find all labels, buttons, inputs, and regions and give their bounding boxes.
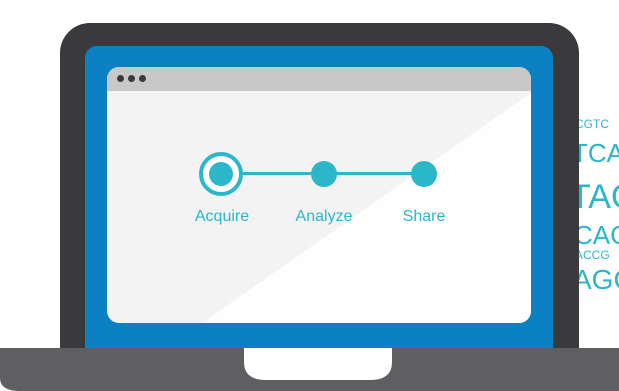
sequence-line: CAC: [574, 220, 619, 250]
trackpad-notch: [244, 348, 392, 380]
browser-window: [107, 67, 531, 323]
laptop-base: [0, 348, 619, 391]
step-connector: [324, 172, 424, 175]
step-label-share[interactable]: Share: [403, 208, 446, 226]
sequence-line: TCA: [572, 138, 619, 168]
window-dot: [128, 75, 135, 82]
window-dot: [139, 75, 146, 82]
screen-glare-shape: [202, 93, 531, 323]
window-dot: [117, 75, 124, 82]
sequence-line: CGTC: [575, 117, 609, 131]
step-label-analyze[interactable]: Analyze: [296, 208, 353, 226]
filled-dot-icon[interactable]: [311, 161, 337, 187]
sequence-line: ACCG: [575, 248, 610, 262]
step-label-acquire[interactable]: Acquire: [195, 208, 249, 226]
browser-title-bar: [107, 67, 531, 91]
current-step-dot: [209, 162, 233, 186]
ring-dot-icon[interactable]: [199, 152, 243, 196]
sequence-line: AGC: [573, 264, 619, 295]
filled-dot-icon[interactable]: [411, 161, 437, 187]
